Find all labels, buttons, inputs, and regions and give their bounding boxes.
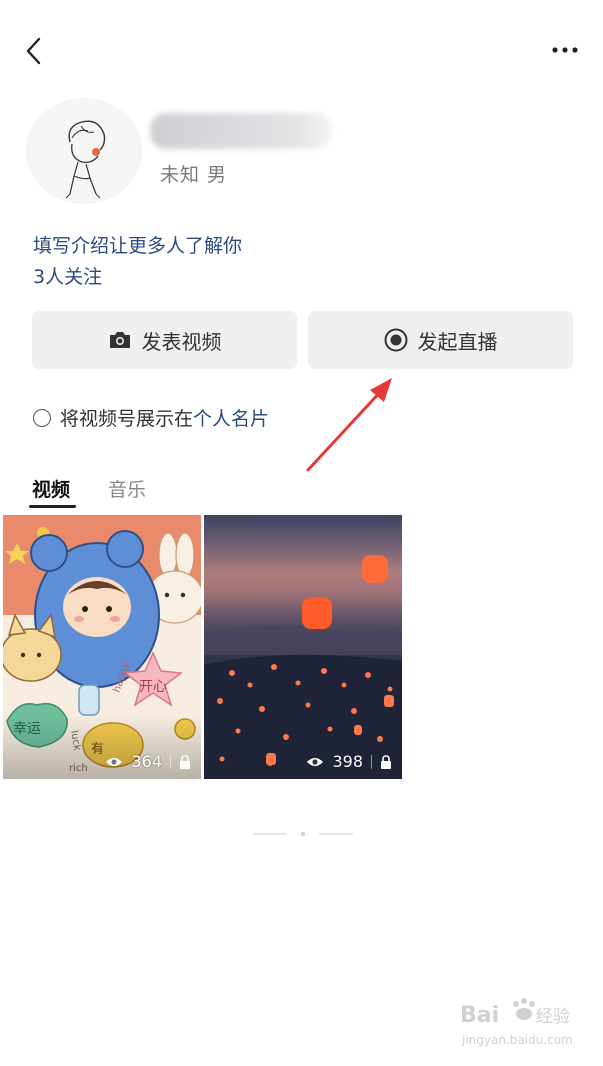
eye-icon	[106, 757, 123, 766]
stats-separator	[170, 754, 171, 769]
lock-icon	[180, 754, 190, 769]
more-dots-icon[interactable]	[549, 40, 581, 60]
show-on-card-text: 将视频号展示在个人名片	[60, 408, 270, 430]
profile-meta: 未知 男	[160, 164, 228, 186]
eye-icon	[307, 757, 324, 766]
svg-text:经验: 经验	[536, 1007, 570, 1027]
post-video-label: 发表视频	[141, 329, 222, 354]
active-tab-indicator	[29, 505, 76, 508]
bio-prompt-link[interactable]: 填写介绍让更多人了解你	[33, 231, 242, 258]
back-chevron-icon[interactable]	[20, 34, 50, 68]
stats-separator	[371, 754, 372, 769]
cartoon-thumbnail-art: 开心 happy 幸运 luck 有 rich	[3, 515, 201, 779]
svg-text:jingyan.baidu.com: jingyan.baidu.com	[461, 1033, 573, 1047]
tab-music[interactable]: 音乐	[108, 475, 146, 502]
post-video-button[interactable]: 发表视频	[32, 311, 297, 369]
record-icon	[384, 328, 407, 352]
baidu-jingyan-watermark: Bai 经验 jingyan.baidu.com	[460, 998, 573, 1047]
video-thumbnail[interactable]: 398	[204, 515, 402, 779]
show-on-card-option[interactable]: 将视频号展示在个人名片	[33, 404, 269, 431]
avatar-drawing	[65, 120, 106, 199]
view-count: 364	[131, 752, 162, 771]
svg-text:开心: 开心	[139, 679, 167, 695]
video-stats: 398	[306, 752, 392, 771]
radio-button[interactable]	[33, 408, 51, 427]
lanterns-thumbnail-art	[204, 555, 402, 779]
view-count: 398	[332, 752, 363, 771]
go-live-button[interactable]: 发起直播	[308, 311, 573, 369]
tab-video[interactable]: 视频	[32, 475, 70, 502]
camera-icon	[109, 332, 130, 348]
business-card-link[interactable]: 个人名片	[193, 408, 269, 430]
end-of-list-indicator	[253, 832, 353, 836]
svg-text:Bai: Bai	[460, 1003, 499, 1028]
paw-icon	[513, 998, 535, 1020]
go-live-label: 发起直播	[417, 329, 498, 354]
avatar[interactable]	[26, 98, 142, 204]
red-arrow-annotation	[306, 378, 392, 472]
lock-icon	[381, 754, 391, 769]
video-thumbnail[interactable]: 开心 happy 幸运 luck 有 rich 364	[3, 515, 201, 779]
video-stats: 364	[105, 752, 191, 771]
blurred-nickname	[150, 113, 332, 149]
followers-link[interactable]: 3人关注	[33, 262, 102, 289]
